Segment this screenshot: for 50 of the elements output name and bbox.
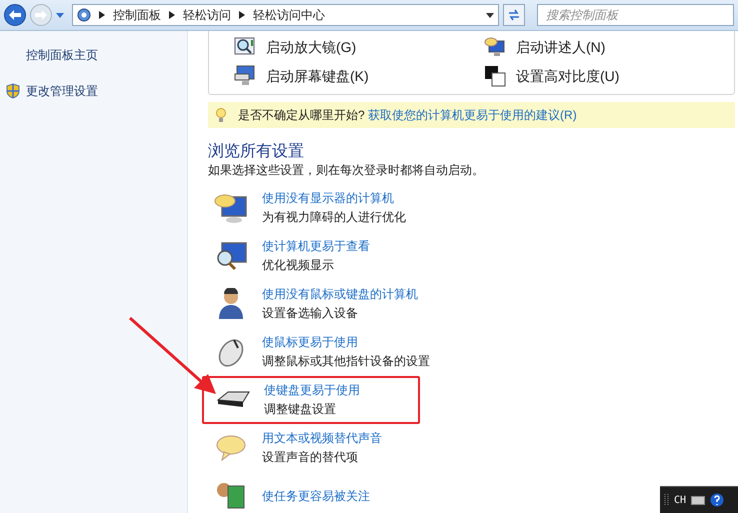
quick-access-link[interactable]: 启动放大镜(G) (266, 36, 356, 58)
grip-icon (664, 493, 669, 507)
setting-description: 调整键盘设置 (264, 402, 337, 417)
tip-link[interactable]: 获取使您的计算机更易于使用的建议(R) (368, 108, 577, 122)
keyboard-monitor-icon (234, 65, 256, 87)
setting-link[interactable]: 使用没有鼠标或键盘的计算机 (262, 287, 418, 302)
setting-link[interactable]: 使用没有显示器的计算机 (262, 191, 406, 206)
keyboard-icon[interactable] (691, 496, 706, 504)
setting-description: 优化视频显示 (262, 258, 335, 273)
setting-description: 为有视力障碍的人进行优化 (262, 210, 406, 225)
sidebar-link[interactable]: 控制面板主页 (26, 46, 98, 64)
sidebar-link[interactable]: 更改管理设置 (26, 82, 98, 100)
contrast-squares-icon (484, 65, 506, 87)
quick-access-link[interactable]: 设置高对比度(U) (516, 66, 620, 86)
quick-access-link[interactable]: 启动屏幕键盘(K) (266, 66, 369, 86)
breadcrumb-link[interactable]: 轻松访问 (183, 6, 231, 24)
dropdown-caret-icon[interactable] (486, 12, 494, 18)
setting-link[interactable]: 使任务更容易被关注 (262, 488, 370, 504)
search-field[interactable]: 搜索控制面板 (537, 4, 734, 26)
keyboard-icon (216, 390, 250, 410)
lightbulb-icon (216, 108, 226, 122)
chevron-icon (169, 11, 175, 19)
chevron-icon (239, 11, 245, 19)
help-icon[interactable] (710, 493, 724, 507)
section-description: 如果选择这些设置，则在每次登录时都将自动启动。 (208, 162, 485, 178)
speech-monitor-icon (214, 192, 248, 224)
address-field[interactable]: 控制面板 轻松访问 轻松访问中心 (72, 4, 499, 26)
back-button[interactable] (4, 4, 26, 26)
breadcrumb-link[interactable]: 轻松访问中心 (253, 6, 325, 24)
refresh-button[interactable] (503, 4, 525, 26)
setting-link[interactable]: 使鼠标更易于使用 (262, 335, 430, 350)
arrow-right-icon (35, 10, 47, 20)
setting-description: 设置声音的替代项 (262, 450, 359, 465)
speech-monitor-icon (484, 36, 506, 58)
arrow-left-icon (9, 10, 21, 20)
caret-icon[interactable] (56, 12, 64, 18)
tip-text: 是否不确定从哪里开始? 获取使您的计算机更易于使用的建议(R) (238, 107, 577, 124)
shield-icon (5, 83, 21, 99)
refresh-icon (507, 9, 521, 21)
setting-link[interactable]: 使计算机更易于查看 (262, 239, 370, 254)
setting-description: 设置备选输入设备 (262, 306, 359, 321)
chevron-icon (99, 11, 105, 19)
breadcrumb-link[interactable]: 控制面板 (113, 6, 161, 24)
control-panel-icon (77, 8, 91, 22)
setting-description: 调整鼠标或其他指针设备的设置 (262, 354, 430, 369)
quick-access-link[interactable]: 启动讲述人(N) (516, 36, 606, 58)
setting-link[interactable]: 使键盘更易于使用 (264, 383, 360, 398)
section-title: 浏览所有设置 (208, 142, 305, 162)
setting-link[interactable]: 用文本或视频替代声音 (262, 431, 382, 446)
language-indicator[interactable]: CH (674, 492, 686, 508)
